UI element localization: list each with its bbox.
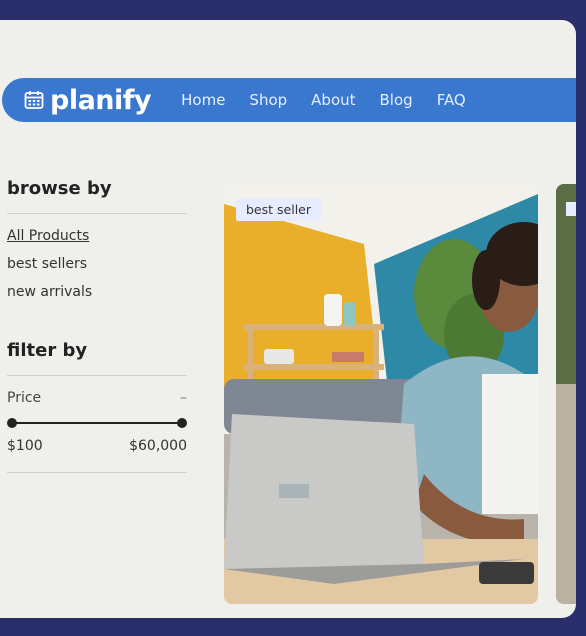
slider-thumb-max[interactable] <box>177 418 187 428</box>
product-image-partial <box>556 184 576 604</box>
price-max-value: $60,000 <box>129 438 187 454</box>
browse-best-sellers[interactable]: best sellers <box>7 256 187 272</box>
product-image <box>224 184 538 604</box>
divider <box>7 472 187 473</box>
price-min-value: $100 <box>7 438 43 454</box>
browse-all-products[interactable]: All Products <box>7 228 187 244</box>
best-seller-badge: best seller <box>236 198 321 221</box>
price-range-slider[interactable] <box>7 416 187 430</box>
calendar-icon <box>24 91 44 109</box>
browse-by-heading: browse by <box>7 178 112 199</box>
nav-links: Home Shop About Blog FAQ <box>181 91 490 109</box>
price-label: Price <box>7 390 42 406</box>
nav-faq[interactable]: FAQ <box>437 91 466 109</box>
product-card[interactable]: best seller <box>224 184 538 604</box>
collapse-icon[interactable]: – <box>180 390 187 406</box>
browser-frame: planify Home Shop About Blog FAQ browse … <box>0 20 576 618</box>
nav-blog[interactable]: Blog <box>380 91 413 109</box>
slider-track <box>13 422 181 424</box>
price-filter-header: Price – <box>7 390 187 406</box>
brand-name: planify <box>50 84 152 116</box>
price-range-values: $100 $60,000 <box>7 438 187 454</box>
top-navbar: planify Home Shop About Blog FAQ <box>2 78 576 122</box>
filter-by-heading: filter by <box>7 340 88 361</box>
divider <box>7 375 187 376</box>
nav-home[interactable]: Home <box>181 91 225 109</box>
filter-sidebar: browse by All Products best sellers new … <box>7 178 187 487</box>
nav-shop[interactable]: Shop <box>249 91 287 109</box>
nav-about[interactable]: About <box>311 91 355 109</box>
product-card-partial[interactable] <box>556 184 576 604</box>
brand-logo[interactable]: planify <box>24 84 152 116</box>
browse-new-arrivals[interactable]: new arrivals <box>7 284 187 300</box>
divider <box>7 213 187 214</box>
slider-thumb-min[interactable] <box>7 418 17 428</box>
